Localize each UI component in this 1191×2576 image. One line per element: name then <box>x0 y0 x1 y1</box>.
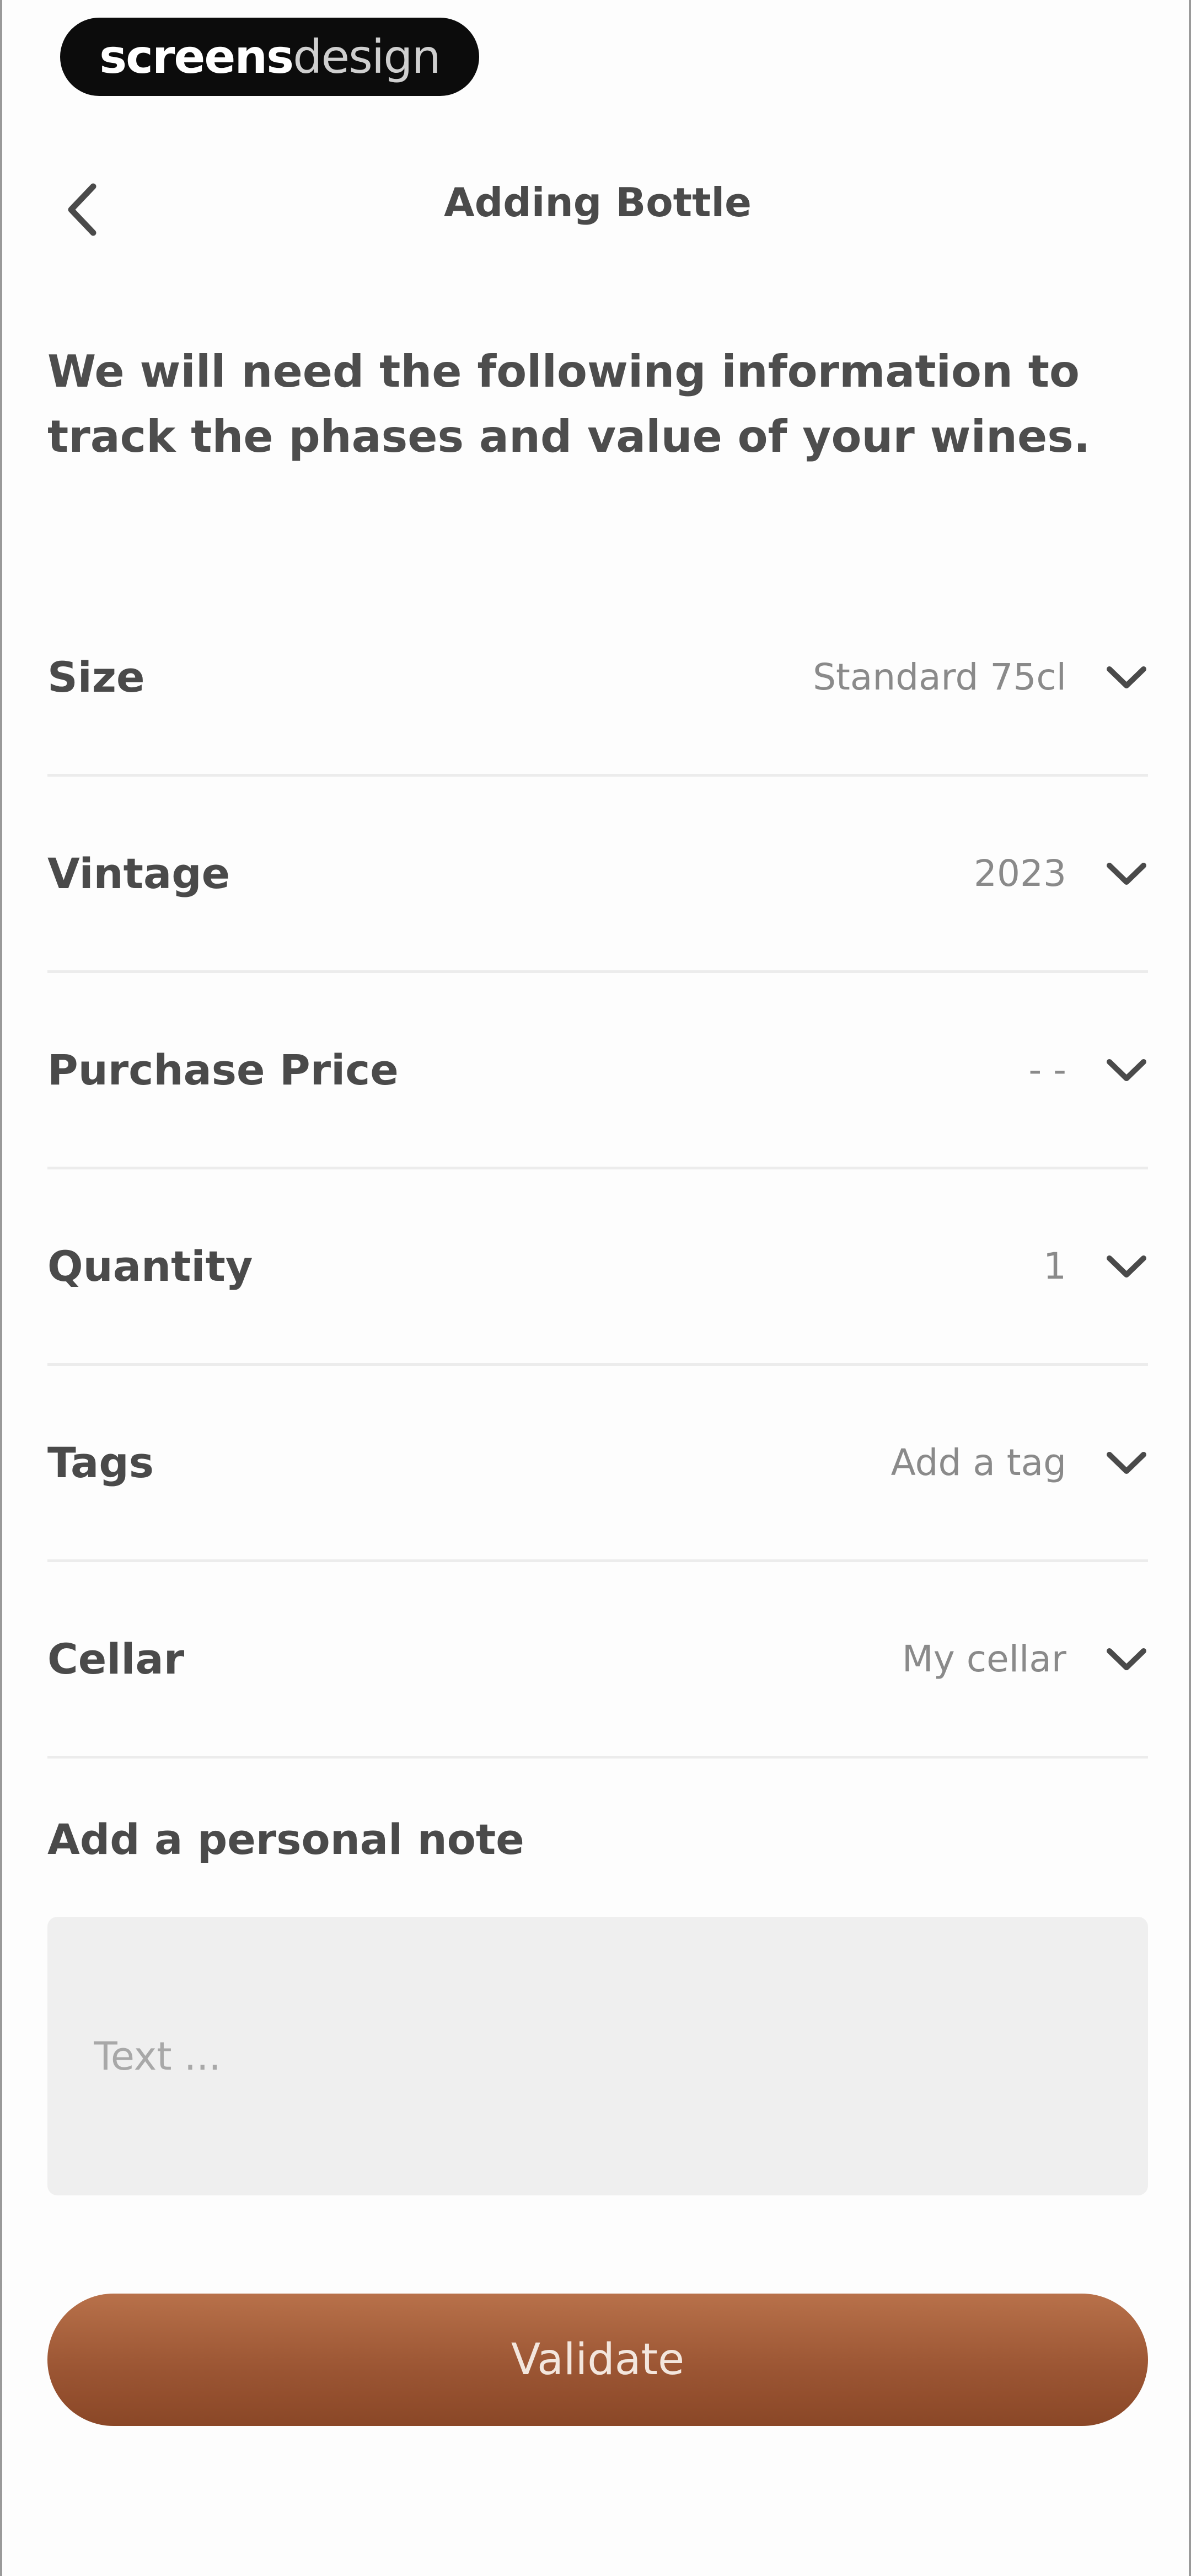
field-row-tags[interactable]: Tags Add a tag <box>47 1366 1148 1562</box>
field-row-quantity[interactable]: Quantity 1 <box>47 1169 1148 1366</box>
personal-note-label: Add a personal note <box>47 1815 524 1864</box>
field-label: Size <box>47 653 145 702</box>
field-label: Vintage <box>47 849 230 898</box>
field-value: - - <box>1028 1049 1066 1091</box>
field-label: Quantity <box>47 1242 253 1291</box>
chevron-down-icon <box>1107 1451 1146 1474</box>
app-screen: screens design Adding Bottle We will need… <box>0 0 1191 2576</box>
brand-logo: screens design <box>60 18 479 96</box>
bottle-fields-list: Size Standard 75cl Vintage 2023 Purchase… <box>47 580 1148 1759</box>
field-value: 1 <box>1043 1245 1066 1287</box>
field-label: Tags <box>47 1438 154 1487</box>
field-value: My cellar <box>902 1638 1066 1680</box>
page-title: Adding Bottle <box>443 179 752 226</box>
field-label: Cellar <box>47 1634 185 1684</box>
field-row-purchase-price[interactable]: Purchase Price - - <box>47 973 1148 1169</box>
chevron-down-icon <box>1107 1648 1146 1670</box>
field-value: 2023 <box>974 852 1066 895</box>
personal-note-input[interactable] <box>47 1917 1148 2195</box>
field-label: Purchase Price <box>47 1045 399 1094</box>
brand-logo-light: design <box>293 30 441 84</box>
brand-logo-bold: screens <box>99 30 294 84</box>
validate-button-label: Validate <box>511 2335 685 2385</box>
field-value: Add a tag <box>890 1441 1066 1484</box>
intro-text: We will need the following information t… <box>47 346 1091 462</box>
chevron-down-icon <box>1107 666 1146 688</box>
field-value: Standard 75cl <box>813 656 1066 698</box>
field-row-vintage[interactable]: Vintage 2023 <box>47 777 1148 973</box>
field-row-size[interactable]: Size Standard 75cl <box>47 580 1148 777</box>
validate-button[interactable]: Validate <box>47 2294 1148 2426</box>
chevron-down-icon <box>1107 1255 1146 1278</box>
chevron-down-icon <box>1107 862 1146 885</box>
chevron-down-icon <box>1107 1059 1146 1081</box>
field-row-cellar[interactable]: Cellar My cellar <box>47 1562 1148 1759</box>
